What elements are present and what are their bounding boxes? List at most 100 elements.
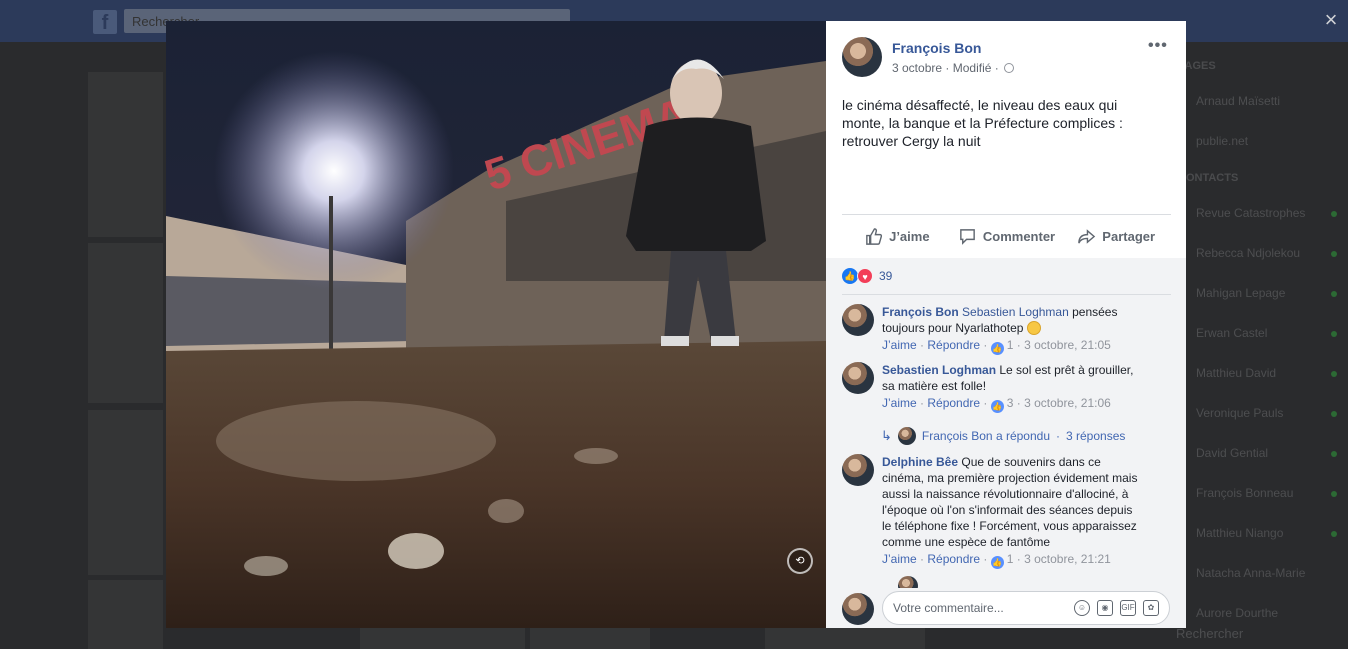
author-name-link[interactable]: François Bon (892, 40, 981, 56)
comment-input-placeholder: Votre commentaire... (893, 601, 1004, 615)
post-detail-panel: François Bon 3 octobre · Modifié · ••• l… (826, 21, 1186, 628)
share-label: Partager (1102, 229, 1156, 244)
comment-like-link[interactable]: J’aime (882, 396, 917, 410)
comment-timestamp[interactable]: 3 octobre, 21:06 (1024, 396, 1111, 410)
photo-scene: 5 CINEMA (166, 21, 826, 628)
like-badge-icon: 👍 (990, 342, 1004, 355)
background-thumbnail (88, 243, 163, 403)
commenter-name-link[interactable]: François Bon (882, 305, 959, 319)
comment-item: François Bon Sebastien Loghman pensées t… (842, 304, 1142, 355)
post-text: le cinéma désaffecté, le niveau des eaux… (842, 97, 1123, 149)
comment-body: Delphine Bêe Que de souvenirs dans ce ci… (882, 454, 1142, 550)
panorama-360-icon[interactable]: ⟲ (787, 548, 813, 574)
commenter-name-link[interactable]: Delphine Bêe (882, 455, 958, 469)
reaction-count[interactable]: 39 (879, 269, 892, 283)
online-dot-icon (1331, 451, 1337, 457)
replies-count: 3 réponses (1066, 429, 1126, 443)
commenter-avatar[interactable] (842, 362, 874, 394)
contact-item: Veronique Pauls (1196, 406, 1284, 420)
edited-label[interactable]: Modifié (953, 61, 992, 75)
online-dot-icon (1331, 491, 1337, 497)
comment-reply-link[interactable]: Répondre (927, 396, 980, 410)
comment-timestamp[interactable]: 3 octobre, 21:05 (1024, 338, 1111, 352)
like-reaction-icon: 👍 (842, 268, 858, 284)
reply-arrow-icon: ↳ (881, 428, 892, 443)
reactions-summary[interactable]: 👍 ♥ 39 (842, 268, 892, 284)
contact-item: Matthieu Niango (1196, 526, 1284, 540)
share-button[interactable]: Partager (1061, 215, 1171, 258)
current-user-avatar (842, 593, 874, 625)
commenter-name-link[interactable]: Sebastien Loghman (882, 363, 996, 377)
sidebar-item: publie.net (1196, 134, 1249, 148)
background-thumbnail (360, 628, 525, 649)
comment-reply-link[interactable]: Répondre (927, 552, 980, 566)
meta-separator: · (1056, 429, 1060, 443)
like-button[interactable]: J’aime (842, 215, 952, 258)
comment-like-link[interactable]: J’aime (882, 338, 917, 352)
comment-like-link[interactable]: J’aime (882, 552, 917, 566)
divider (842, 294, 1171, 295)
emoji-icon[interactable]: ☺ (1074, 600, 1090, 616)
background-thumbnail (88, 72, 163, 237)
mention-link[interactable]: Sebastien Loghman (962, 305, 1069, 319)
like-badge-icon: 👍 (990, 556, 1004, 569)
comment-item: Sebastien Loghman Le sol est prêt à grou… (842, 362, 1142, 413)
post-photo[interactable]: 5 CINEMA ⟲ (166, 21, 826, 628)
comment-actions: J’aime · Répondre · 👍 1 · 3 octobre, 21:2… (882, 552, 1111, 569)
globe-privacy-icon[interactable] (1004, 63, 1015, 73)
comment-like-count[interactable]: 1 (1007, 552, 1014, 566)
sticker-icon[interactable]: ✿ (1143, 600, 1159, 616)
comment-bubble-icon (960, 229, 975, 245)
chat-search-input: Rechercher (1176, 626, 1244, 641)
comment-input[interactable]: Votre commentaire... ☺ ◉ GIF ✿ (882, 591, 1170, 625)
love-reaction-icon: ♥ (857, 268, 873, 284)
like-label: J’aime (889, 229, 930, 244)
meta-separator: · (994, 61, 999, 75)
more-options-icon[interactable]: ••• (1148, 37, 1168, 55)
comment-label: Commenter (982, 229, 1056, 244)
replied-by-label: François Bon a répondu (921, 429, 1050, 443)
commenter-avatar[interactable] (842, 304, 874, 336)
post-action-bar: J’aime Commenter Partager (842, 214, 1171, 258)
comment-button[interactable]: Commenter (952, 215, 1062, 258)
reply-avatar (897, 427, 916, 445)
post-date-link[interactable]: 3 octobre (892, 61, 942, 75)
gif-icon[interactable]: GIF (1120, 600, 1136, 616)
view-replies-link[interactable]: ↳ François Bon a répondu · 3 réponses (881, 427, 1125, 445)
comment-reply-link[interactable]: Répondre (927, 338, 980, 352)
commenter-avatar[interactable] (842, 454, 874, 486)
camera-icon[interactable]: ◉ (1097, 600, 1113, 616)
contact-item: Erwan Castel (1196, 326, 1268, 340)
contact-item: Revue Catastrophes (1196, 206, 1306, 220)
sidebar-item: Arnaud Maïsetti (1196, 94, 1281, 108)
post-meta: 3 octobre · Modifié · (892, 61, 1015, 75)
online-dot-icon (1331, 251, 1337, 257)
comment-like-count[interactable]: 1 (1007, 338, 1014, 352)
facebook-logo-icon: f (93, 10, 117, 34)
contact-item: François Bonneau (1196, 486, 1294, 500)
comment-like-count[interactable]: 3 (1007, 396, 1014, 410)
contact-item: Mahigan Lepage (1196, 286, 1286, 300)
comment-timestamp[interactable]: 3 octobre, 21:21 (1024, 552, 1111, 566)
thumbs-up-icon (866, 228, 883, 245)
background-thumbnail (530, 628, 650, 649)
sidebar-header-contacts: CONTACTS (1178, 172, 1239, 184)
composer-icons: ☺ ◉ GIF ✿ (1074, 600, 1159, 616)
online-dot-icon (1331, 411, 1337, 417)
contact-item: Matthieu David (1196, 366, 1277, 380)
contact-item: Natacha Anna-Marie (1196, 566, 1306, 580)
comments-area: 👍 ♥ 39 François Bon Sebastien Loghman pe… (826, 258, 1186, 628)
like-badge-icon: 👍 (990, 400, 1004, 413)
author-avatar[interactable] (842, 37, 882, 77)
meta-separator: · (945, 61, 950, 75)
online-dot-icon (1331, 531, 1337, 537)
background-thumbnail (88, 580, 163, 649)
comment-actions: J’aime · Répondre · 👍 1 · 3 octobre, 21:0… (882, 338, 1111, 355)
background-thumbnail (88, 410, 163, 575)
comment-text: Que de souvenirs dans ce cinéma, ma prem… (882, 455, 1138, 549)
comment-body: François Bon Sebastien Loghman pensées t… (882, 304, 1142, 336)
comment-composer: Votre commentaire... ☺ ◉ GIF ✿ (826, 588, 1186, 628)
background-thumbnail (765, 628, 925, 649)
close-icon[interactable]: × (1318, 8, 1344, 34)
contact-item: Rebecca Ndjolekou (1196, 246, 1301, 260)
